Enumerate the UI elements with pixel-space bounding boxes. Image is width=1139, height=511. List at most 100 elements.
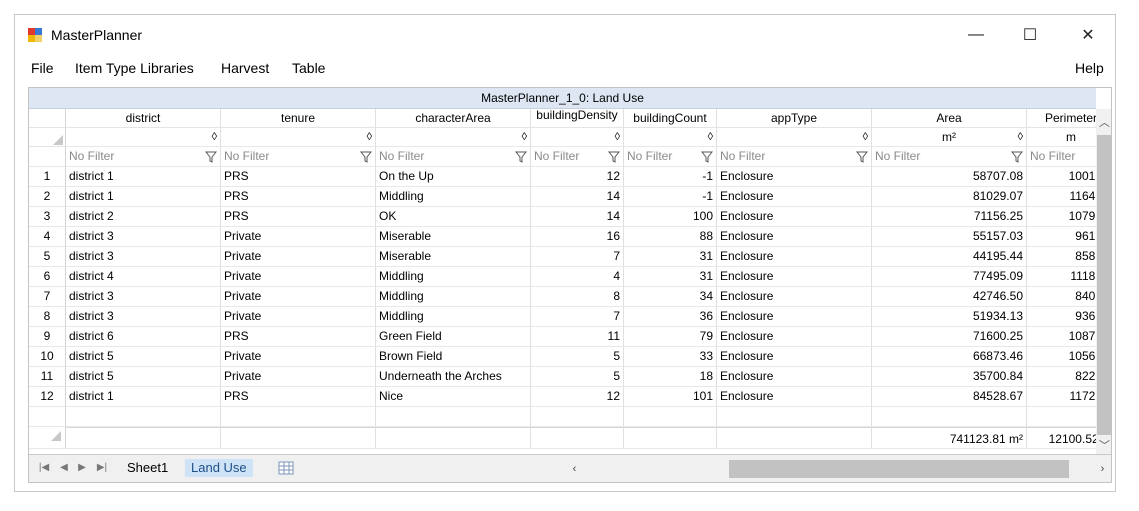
vertical-scroll-thumb[interactable] [1097, 135, 1111, 435]
row-number[interactable]: 1 [29, 167, 66, 187]
maximize-button[interactable]: ☐ [1007, 19, 1053, 51]
cell-buildingDensity[interactable]: 14 [531, 187, 624, 207]
row-number[interactable]: 10 [29, 347, 66, 367]
row-number[interactable]: 11 [29, 367, 66, 387]
cell-characterArea[interactable]: Middling [376, 187, 531, 207]
cell-Perimeter[interactable]: 1087.45 [1027, 327, 1096, 347]
cell-appType[interactable]: Enclosure [717, 287, 872, 307]
filter-funnel-icon[interactable] [1011, 151, 1023, 163]
column-header-Perimeter[interactable]: Perimeter [1027, 109, 1096, 128]
cell-Perimeter[interactable]: 1172.30 [1027, 387, 1096, 407]
cell-district[interactable]: district 3 [66, 287, 221, 307]
tab-land-use[interactable]: Land Use [185, 459, 253, 477]
cell-Perimeter[interactable]: 1079.75 [1027, 207, 1096, 227]
vertical-scrollbar[interactable]: ︿ ﹀ [1096, 109, 1111, 454]
row-number[interactable]: 5 [29, 247, 66, 267]
first-sheet-icon[interactable]: |◀ [37, 461, 51, 475]
column-filter-Area[interactable]: No Filter [872, 147, 1027, 167]
row-number[interactable]: 7 [29, 287, 66, 307]
cell-characterArea[interactable]: Middling [376, 307, 531, 327]
row-number[interactable]: 8 [29, 307, 66, 327]
tab-sheet1[interactable]: Sheet1 [121, 459, 174, 477]
horizontal-scroll-thumb[interactable] [729, 460, 1069, 478]
close-button[interactable]: ✕ [1065, 19, 1111, 51]
menu-table[interactable]: Table [292, 60, 325, 76]
select-all-corner-icon[interactable] [53, 135, 63, 145]
filter-funnel-icon[interactable] [608, 151, 620, 163]
cell-district[interactable]: district 2 [66, 207, 221, 227]
cell-characterArea[interactable]: OK [376, 207, 531, 227]
cell-buildingCount[interactable]: 18 [624, 367, 717, 387]
cell-buildingDensity[interactable]: 4 [531, 267, 624, 287]
cell-Area[interactable]: 58707.08 [872, 167, 1027, 187]
cell-buildingDensity[interactable]: 5 [531, 367, 624, 387]
cell-district[interactable]: district 1 [66, 167, 221, 187]
cell-tenure[interactable]: PRS [221, 187, 376, 207]
cell-buildingDensity[interactable]: 12 [531, 167, 624, 187]
cell-appType[interactable]: Enclosure [717, 267, 872, 287]
cell-Area[interactable]: 81029.07 [872, 187, 1027, 207]
cell-tenure[interactable]: Private [221, 267, 376, 287]
column-header-characterArea[interactable]: characterArea [376, 109, 531, 128]
menu-help[interactable]: Help [1075, 60, 1104, 76]
cell-Perimeter[interactable]: 822.29 [1027, 367, 1096, 387]
cell-Perimeter[interactable]: 1164.74 [1027, 187, 1096, 207]
cell-appType[interactable]: Enclosure [717, 327, 872, 347]
cell-appType[interactable]: Enclosure [717, 347, 872, 367]
cell-buildingDensity[interactable]: 11 [531, 327, 624, 347]
cell-buildingCount[interactable]: 100 [624, 207, 717, 227]
last-sheet-icon[interactable]: ▶| [95, 461, 109, 475]
column-filter-appType[interactable]: No Filter [717, 147, 872, 167]
cell-Perimeter[interactable]: 961.48 [1027, 227, 1096, 247]
row-number[interactable]: 4 [29, 227, 66, 247]
cell-Area[interactable]: 77495.09 [872, 267, 1027, 287]
prev-sheet-icon[interactable]: ◀ [57, 461, 71, 475]
column-unit-district[interactable]: ◊ [66, 128, 221, 147]
cell-tenure[interactable]: PRS [221, 387, 376, 407]
cell-district[interactable]: district 1 [66, 187, 221, 207]
sort-diamond-icon[interactable]: ◊ [522, 128, 527, 146]
cell-buildingCount[interactable]: 101 [624, 387, 717, 407]
cell-characterArea[interactable]: Miserable [376, 247, 531, 267]
menu-item-type-libraries[interactable]: Item Type Libraries [75, 60, 194, 76]
filter-funnel-icon[interactable] [205, 151, 217, 163]
cell-Area[interactable]: 71600.25 [872, 327, 1027, 347]
cell-buildingDensity[interactable]: 8 [531, 287, 624, 307]
cell-Area[interactable]: 84528.67 [872, 387, 1027, 407]
cell-buildingCount[interactable]: 31 [624, 247, 717, 267]
cell-appType[interactable]: Enclosure [717, 207, 872, 227]
scroll-up-arrow-icon[interactable]: ︿ [1096, 115, 1111, 131]
cell-buildingDensity[interactable]: 7 [531, 247, 624, 267]
column-filter-district[interactable]: No Filter [66, 147, 221, 167]
column-filter-buildingCount[interactable]: No Filter [624, 147, 717, 167]
cell-appType[interactable]: Enclosure [717, 307, 872, 327]
cell-Area[interactable]: 71156.25 [872, 207, 1027, 227]
minimize-button[interactable]: — [953, 19, 999, 51]
column-header-tenure[interactable]: tenure [221, 109, 376, 128]
column-filter-buildingDensity[interactable]: No Filter [531, 147, 624, 167]
cell-Perimeter[interactable]: 1056.36 [1027, 347, 1096, 367]
cell-characterArea[interactable]: Middling [376, 287, 531, 307]
cell-Perimeter[interactable]: 1001.92 [1027, 167, 1096, 187]
column-header-Area[interactable]: Area [872, 109, 1027, 128]
horizontal-scrollbar[interactable]: ‹ › [564, 460, 1111, 478]
cell-buildingDensity[interactable]: 5 [531, 347, 624, 367]
next-sheet-icon[interactable]: ▶ [75, 461, 89, 475]
cell-buildingCount[interactable]: -1 [624, 187, 717, 207]
cell-appType[interactable]: Enclosure [717, 187, 872, 207]
sort-diamond-icon[interactable]: ◊ [863, 128, 868, 146]
cell-district[interactable]: district 3 [66, 307, 221, 327]
cell-district[interactable]: district 5 [66, 347, 221, 367]
row-number[interactable]: 6 [29, 267, 66, 287]
cell-district[interactable]: district 6 [66, 327, 221, 347]
column-header-district[interactable]: district [66, 109, 221, 128]
cell-Perimeter[interactable]: 1118.29 [1027, 267, 1096, 287]
cell-buildingDensity[interactable]: 12 [531, 387, 624, 407]
cell-Area[interactable]: 42746.50 [872, 287, 1027, 307]
column-unit-buildingDensity[interactable]: ◊ [531, 128, 624, 147]
cell-characterArea[interactable]: Green Field [376, 327, 531, 347]
cell-appType[interactable]: Enclosure [717, 227, 872, 247]
sort-diamond-icon[interactable]: ◊ [708, 128, 713, 146]
sort-diamond-icon[interactable]: ◊ [367, 128, 372, 146]
cell-tenure[interactable]: Private [221, 367, 376, 387]
